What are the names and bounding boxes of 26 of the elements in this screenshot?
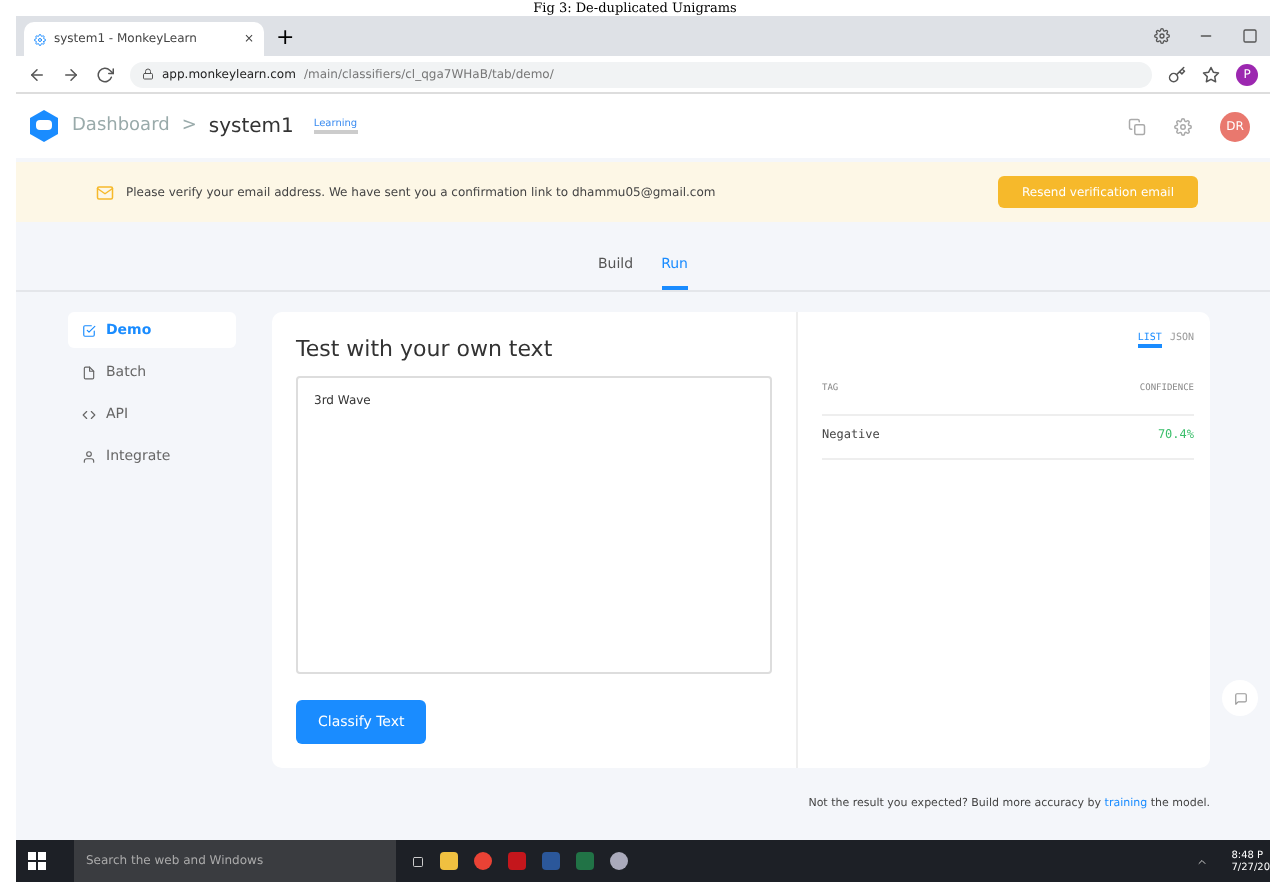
task-view-icon[interactable] — [412, 855, 424, 867]
copy-icon[interactable] — [1128, 117, 1146, 135]
card-title: Test with your own text — [296, 336, 555, 362]
windows-start-icon[interactable] — [28, 852, 46, 870]
restore-icon[interactable] — [1242, 28, 1258, 44]
forward-icon[interactable] — [62, 65, 80, 83]
code-icon — [82, 407, 96, 421]
extension-icon[interactable] — [1154, 28, 1170, 44]
new-tab-button[interactable]: + — [276, 23, 295, 49]
file-icon — [82, 365, 96, 379]
key-icon[interactable] — [1168, 65, 1186, 83]
model-name: system1 — [208, 115, 294, 137]
breadcrumb-separator: > — [181, 116, 197, 136]
reload-icon[interactable] — [96, 65, 114, 83]
tray-chevron-icon[interactable] — [1195, 855, 1208, 867]
back-icon[interactable] — [28, 65, 46, 83]
logo-icon[interactable] — [28, 108, 60, 144]
person-icon — [82, 449, 96, 463]
settings-icon[interactable] — [1174, 117, 1192, 135]
site-icon — [34, 33, 46, 45]
chat-icon — [1233, 691, 1247, 705]
star-icon[interactable] — [1202, 65, 1220, 83]
checkbox-icon — [82, 323, 96, 337]
mail-icon — [96, 183, 114, 201]
lock-icon — [142, 68, 154, 80]
app-icon[interactable] — [610, 852, 628, 870]
